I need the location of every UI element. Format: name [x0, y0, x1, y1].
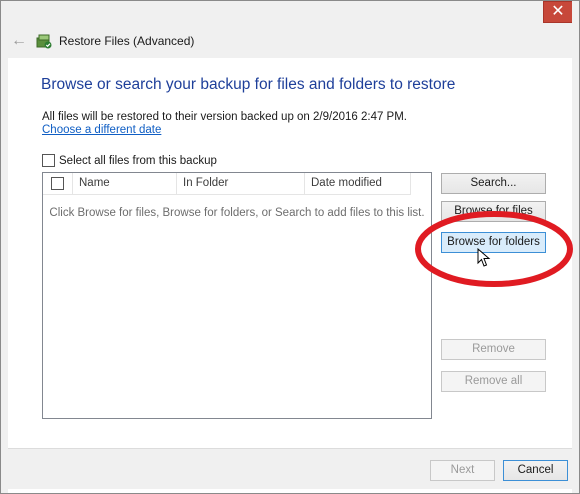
column-header-date-modified[interactable]: Date modified [305, 173, 411, 194]
title-bar: ✕ ← Restore Files (Advanced) [1, 1, 579, 58]
window-title: Restore Files (Advanced) [59, 34, 195, 48]
files-list-view[interactable]: Name In Folder Date modified Click Brows… [42, 172, 432, 419]
choose-different-date-link[interactable]: Choose a different date [42, 124, 161, 136]
browse-for-files-button[interactable]: Browse for files [441, 201, 546, 222]
remove-all-button[interactable]: Remove all [441, 371, 546, 392]
close-button[interactable]: ✕ [543, 1, 573, 23]
mouse-pointer-icon [477, 248, 491, 267]
back-arrow-icon[interactable]: ← [9, 31, 29, 51]
select-all-label: Select all files from this backup [59, 154, 217, 167]
navigation-row: ← Restore Files (Advanced) [9, 29, 569, 53]
page-heading: Browse or search your backup for files a… [41, 76, 456, 93]
column-header-in-folder[interactable]: In Folder [177, 173, 305, 194]
cancel-button[interactable]: Cancel [503, 460, 568, 481]
frame-left [1, 1, 8, 493]
select-all-checkbox-box[interactable] [42, 154, 55, 167]
list-header: Name In Folder Date modified [43, 173, 411, 195]
empty-list-message: Click Browse for files, Browse for folde… [49, 207, 425, 219]
next-button[interactable]: Next [430, 460, 495, 481]
wizard-content: Browse or search your backup for files a… [8, 58, 573, 448]
frame-right [572, 1, 579, 493]
header-checkbox-cell [43, 173, 73, 194]
select-all-files-checkbox[interactable]: Select all files from this backup [42, 154, 217, 167]
wizard-footer: Next Cancel [8, 448, 572, 489]
restore-files-icon [36, 34, 52, 49]
remove-button[interactable]: Remove [441, 339, 546, 360]
header-checkbox[interactable] [51, 177, 64, 190]
restore-files-window: ✕ ← Restore Files (Advanced) Browse or s… [0, 0, 580, 494]
browse-for-folders-button[interactable]: Browse for folders [441, 232, 546, 253]
restore-info-text: All files will be restored to their vers… [42, 111, 408, 123]
search-button[interactable]: Search... [441, 173, 546, 194]
column-header-name[interactable]: Name [73, 173, 177, 194]
